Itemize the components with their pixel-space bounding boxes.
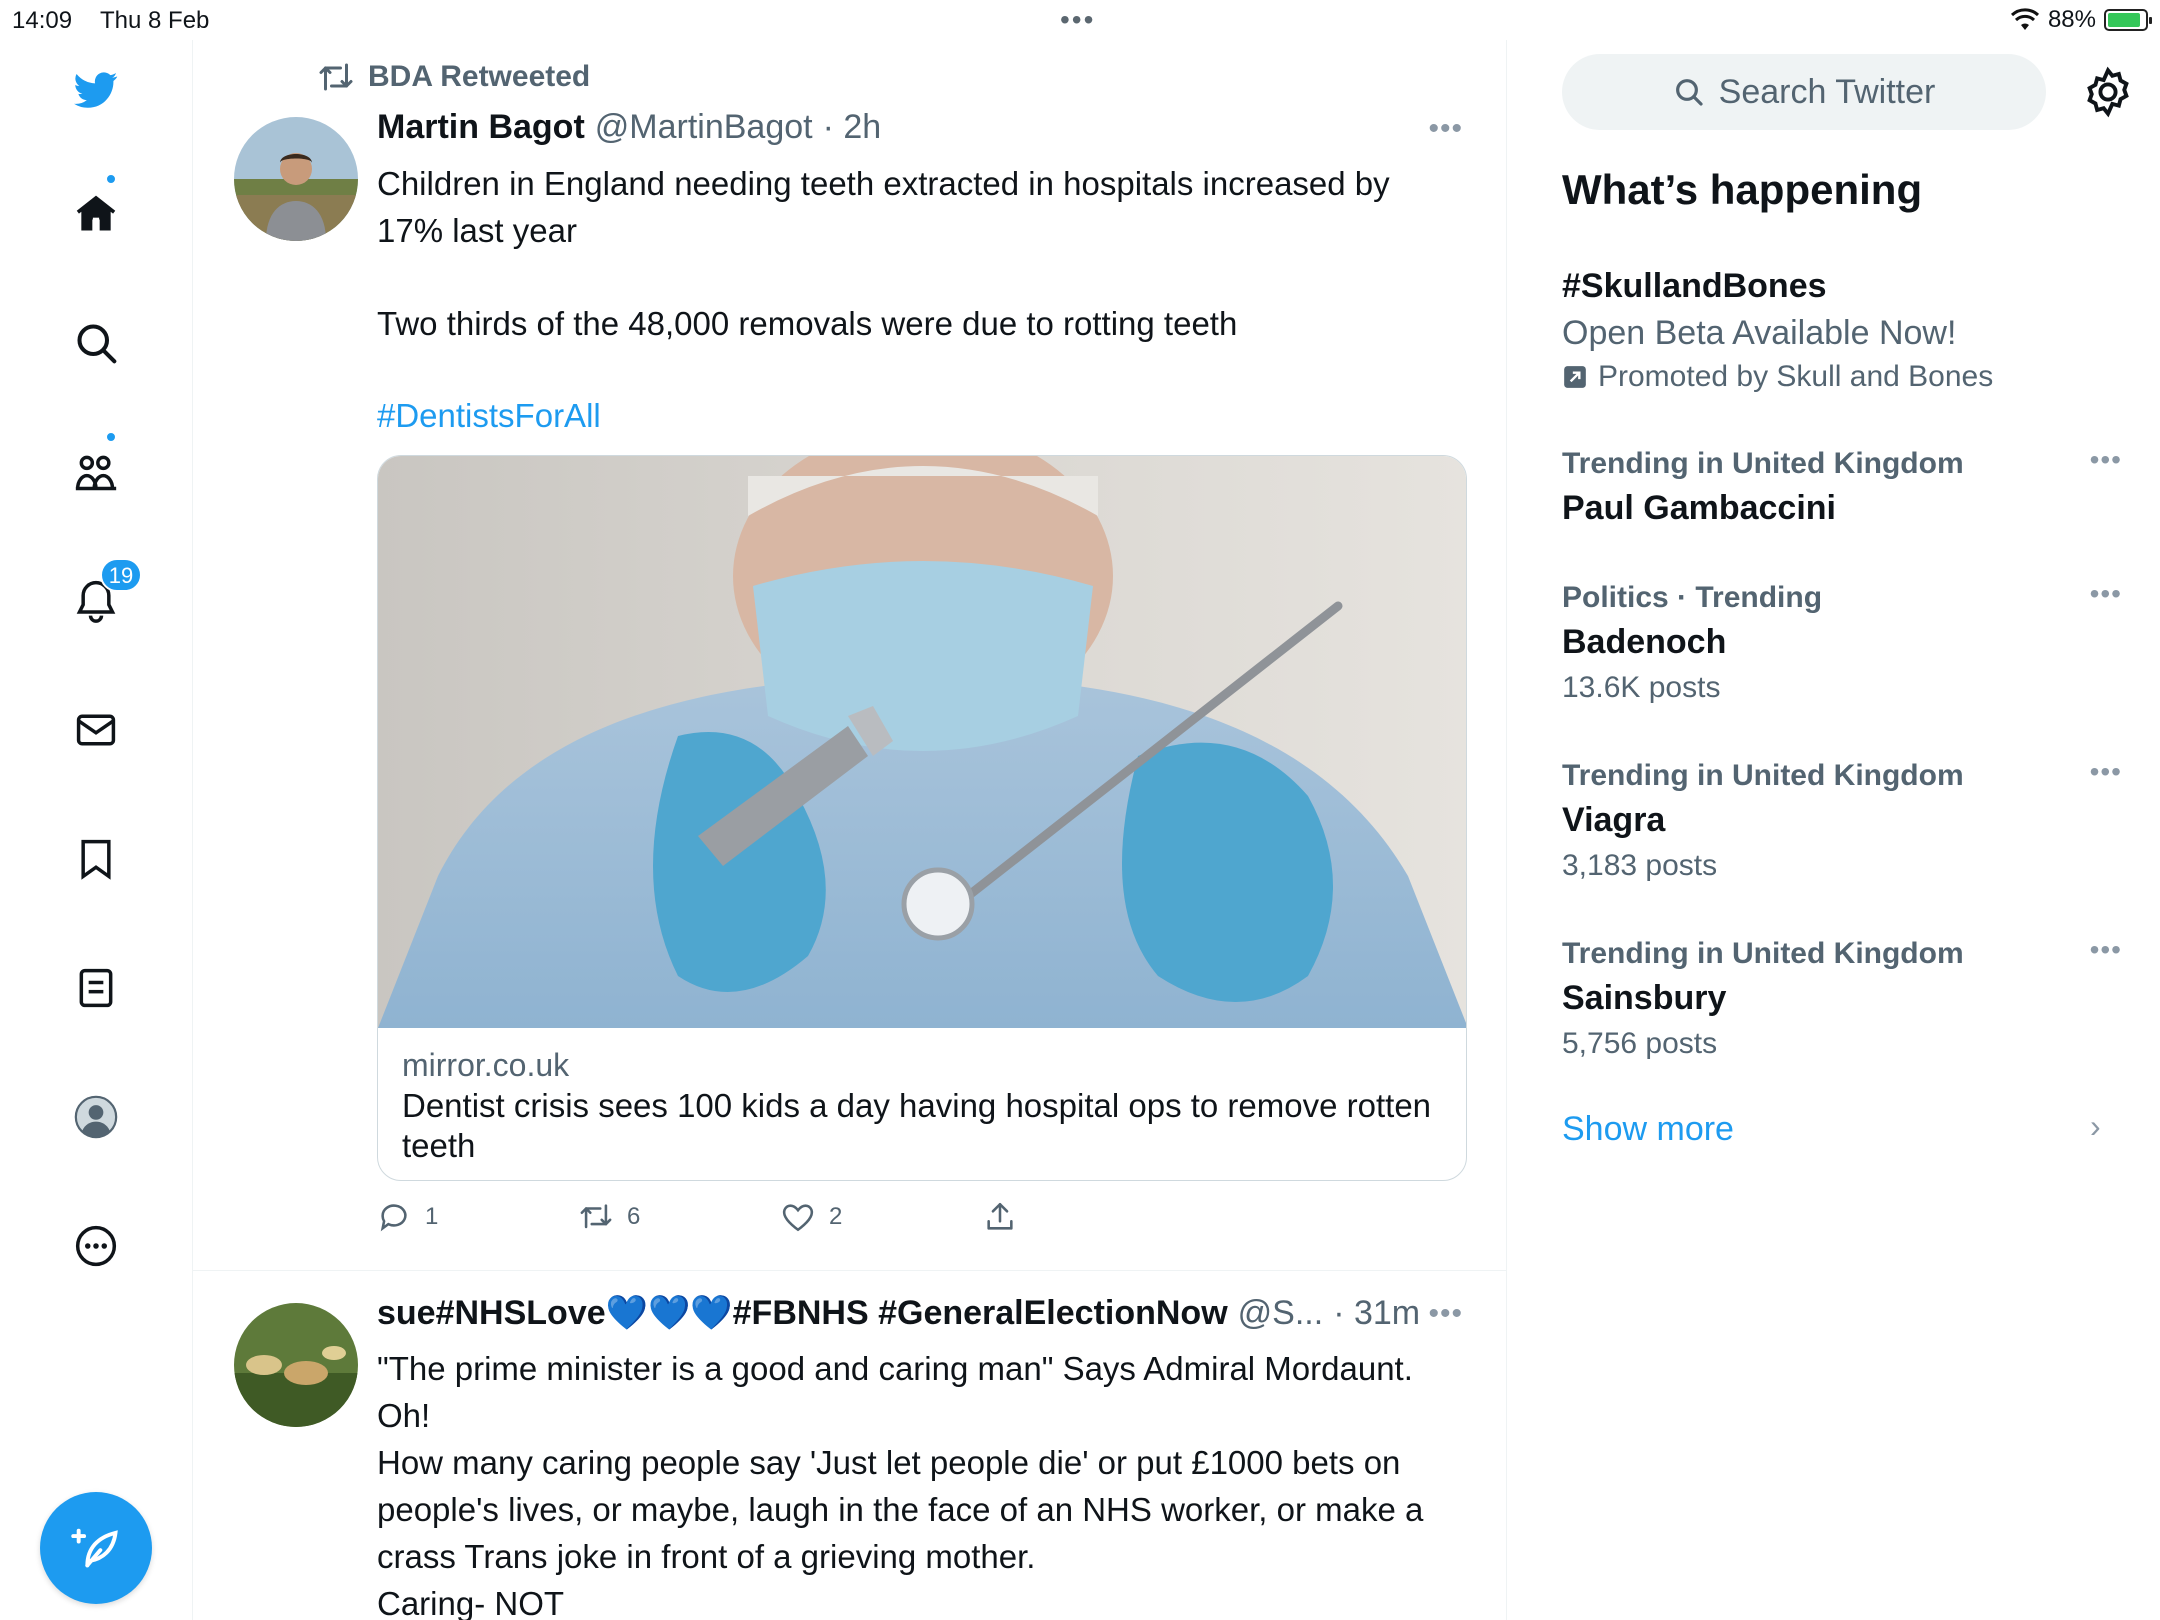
trend-more-icon[interactable]: ••• — [2090, 578, 2122, 610]
search-icon[interactable] — [66, 313, 126, 373]
retweet-context: BDA Retweeted — [318, 60, 590, 94]
home-unread-dot — [105, 173, 117, 185]
trend-posts: 3,183 posts — [1562, 849, 1718, 882]
trend-context: Trending in United Kingdom — [1562, 937, 1964, 970]
tweet-text-line: Two thirds of the 48,000 removals were d… — [377, 305, 1238, 342]
retweet-icon — [319, 63, 353, 91]
show-more-link[interactable]: Show more — [1562, 1110, 1734, 1149]
settings-gear-icon[interactable] — [2082, 66, 2134, 118]
lists-icon[interactable] — [66, 958, 126, 1018]
like-count: 2 — [829, 1203, 843, 1230]
tweet-text: "The prime minister is a good and caring… — [377, 1345, 1457, 1620]
promoted-trend[interactable]: #SkullandBones Open Beta Available Now! … — [1562, 262, 2122, 398]
author-name[interactable]: Martin Bagot — [377, 108, 585, 147]
author-handle[interactable]: @MartinBagot — [595, 108, 813, 147]
retweet-button[interactable]: 6 — [579, 1200, 781, 1234]
avatar[interactable] — [234, 1303, 358, 1427]
trend-context: Trending in United Kingdom — [1562, 447, 1964, 480]
trend-name: Sainsbury — [1562, 979, 1727, 1017]
profile-icon[interactable] — [66, 1087, 126, 1147]
trend-item[interactable]: Politics · Trending Badenoch 13.6K posts… — [1562, 578, 2122, 710]
share-button[interactable] — [983, 1200, 1185, 1234]
reply-button[interactable]: 1 — [377, 1200, 579, 1234]
messages-icon[interactable] — [66, 700, 126, 760]
tweet-text-line: Caring- NOT — [377, 1585, 565, 1620]
promoted-by-text: Promoted by Skull and Bones — [1598, 360, 1994, 393]
trend-item[interactable]: Trending in United Kingdom Viagra 3,183 … — [1562, 756, 2122, 888]
heart-icon — [782, 1204, 814, 1232]
trend-posts: 13.6K posts — [1562, 671, 1721, 704]
tweet-text-line: How many caring people say 'Just let peo… — [377, 1444, 1424, 1575]
share-icon — [987, 1202, 1013, 1230]
promoted-trend-name: #SkullandBones — [1562, 267, 1827, 305]
twitter-logo-icon[interactable] — [66, 60, 126, 120]
card-title: Dentist crisis sees 100 kids a day havin… — [402, 1087, 1432, 1164]
left-navigation: 19 — [0, 40, 193, 1620]
author-handle[interactable]: @S... — [1238, 1294, 1324, 1333]
trend-posts: 5,756 posts — [1562, 1027, 1718, 1060]
tweet-actions: 1 6 2 — [377, 1200, 1185, 1234]
author-name[interactable]: sue#NHSLove💙💙💙#FBNHS #GeneralElectionNow — [377, 1293, 1228, 1333]
battery-percent: 88% — [2047, 6, 2096, 33]
promoted-trend-tagline: Open Beta Available Now! — [1562, 314, 1957, 352]
retweeted-by[interactable]: BDA Retweeted — [368, 60, 590, 94]
card-domain: mirror.co.uk — [402, 1047, 570, 1083]
promoted-arrow-icon — [1564, 366, 1586, 388]
notifications-badge: 19 — [100, 558, 142, 592]
tweet-header: Martin Bagot @MartinBagot · 2h — [377, 108, 881, 147]
status-date: Thu 8 Feb — [100, 7, 210, 34]
trend-item[interactable]: Trending in United Kingdom Sainsbury 5,7… — [1562, 934, 2122, 1066]
avatar[interactable] — [234, 117, 358, 241]
right-sidebar: Search Twitter What’s happening #Skullan… — [1508, 40, 2160, 1620]
reply-icon — [380, 1204, 407, 1232]
chevron-right-icon: › — [2090, 1108, 2101, 1144]
trend-context: Politics · Trending — [1562, 581, 1823, 614]
search-placeholder: Search Twitter — [1718, 72, 1936, 111]
search-input[interactable]: Search Twitter — [1562, 54, 2046, 130]
home-icon[interactable] — [66, 184, 126, 244]
tweet[interactable]: BDA Retweeted Martin Bagot @MartinBagot … — [193, 40, 1507, 1270]
search-icon — [1675, 79, 1703, 106]
status-time: 14:09 — [12, 7, 73, 34]
reply-count: 1 — [425, 1203, 439, 1230]
battery-icon — [2104, 9, 2152, 31]
trend-name: Viagra — [1562, 801, 1666, 839]
trend-name: Paul Gambaccini — [1562, 489, 1836, 527]
tweet[interactable]: sue#NHSLove💙💙💙#FBNHS #GeneralElectionNow… — [193, 1271, 1507, 1620]
tweet-time[interactable]: · 2h — [823, 108, 882, 147]
trend-more-icon[interactable]: ••• — [2090, 934, 2122, 966]
communities-icon[interactable] — [66, 442, 126, 502]
communities-unread-dot — [105, 431, 117, 443]
timeline: BDA Retweeted Martin Bagot @MartinBagot … — [193, 40, 1507, 1620]
tweet-more-icon[interactable]: ••• — [1428, 112, 1463, 146]
tweet-text: Children in England needing teeth extrac… — [377, 160, 1457, 439]
more-icon[interactable] — [66, 1216, 126, 1276]
trend-more-icon[interactable]: ••• — [2090, 444, 2122, 476]
compose-tweet-button[interactable] — [40, 1492, 152, 1604]
tweet-header: sue#NHSLove💙💙💙#FBNHS #GeneralElectionNow… — [377, 1293, 1420, 1333]
bookmarks-icon[interactable] — [66, 829, 126, 889]
retweet-count: 6 — [627, 1203, 641, 1230]
trend-item[interactable]: Trending in United Kingdom Paul Gambacci… — [1562, 444, 2122, 532]
tweet-text-line: "The prime minister is a good and caring… — [377, 1350, 1413, 1387]
wifi-icon — [2010, 8, 2039, 30]
tweet-text-line: Children in England needing teeth extrac… — [377, 165, 1390, 249]
tweet-text-line: Oh! — [377, 1397, 431, 1434]
retweet-icon — [580, 1204, 612, 1229]
hashtag-link[interactable]: #DentistsForAll — [377, 392, 1457, 439]
trend-context: Trending in United Kingdom — [1562, 759, 1964, 792]
card-image — [378, 456, 1466, 1028]
like-button[interactable]: 2 — [781, 1200, 983, 1234]
trend-name: Badenoch — [1562, 623, 1727, 661]
multitasking-dots-icon[interactable]: ••• — [1060, 4, 1095, 36]
promoted-by: Promoted by Skull and Bones — [1562, 356, 2122, 398]
whats-happening-title: What’s happening — [1562, 166, 1923, 213]
trend-more-icon[interactable]: ••• — [2090, 756, 2122, 788]
compose-icon — [71, 1528, 118, 1568]
tweet-more-icon[interactable]: ••• — [1428, 1297, 1463, 1331]
status-bar: 14:09 Thu 8 Feb ••• 88% — [0, 0, 2160, 40]
link-card[interactable]: mirror.co.uk Dentist crisis sees 100 kid… — [377, 455, 1467, 1181]
tweet-time[interactable]: · 31m — [1333, 1294, 1420, 1333]
